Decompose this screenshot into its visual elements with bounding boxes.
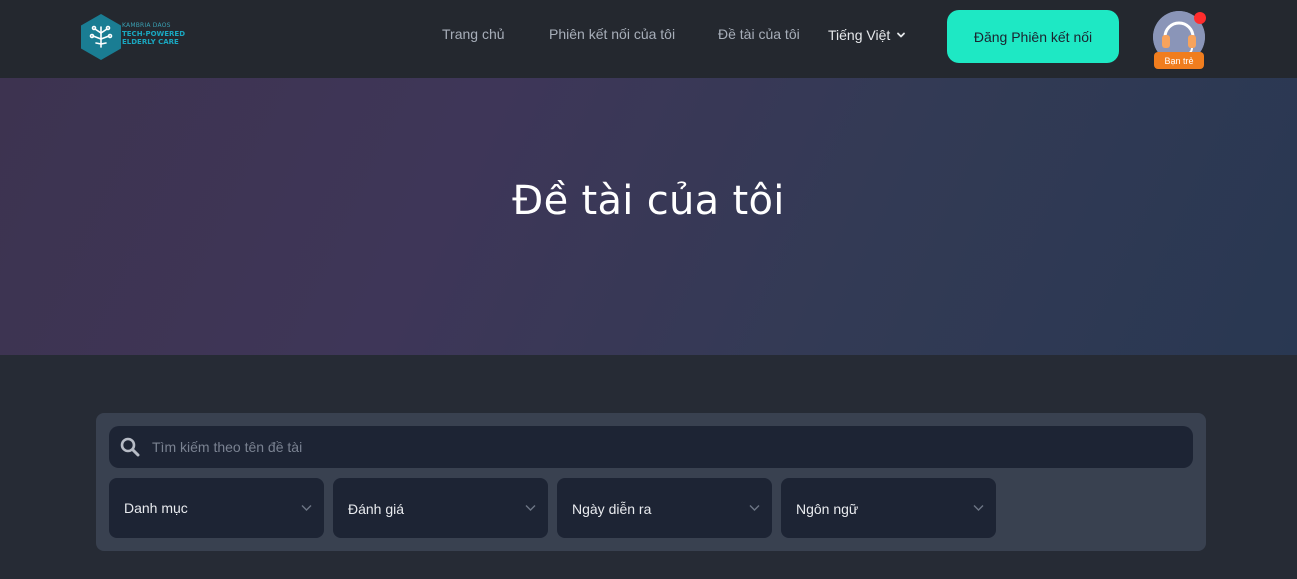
- top-navbar: KAMBRIA DAOS TECH-POWERED ELDERLY CARE T…: [0, 0, 1297, 78]
- role-badge: Bạn trẻ: [1154, 52, 1204, 69]
- search-input[interactable]: [152, 430, 1182, 464]
- logo-line-1: KAMBRIA DAOS: [122, 22, 171, 29]
- rating-dropdown[interactable]: Đánh giá: [333, 478, 548, 538]
- category-dropdown[interactable]: Danh mục: [109, 478, 324, 538]
- chevron-down-icon: [749, 505, 760, 511]
- chevron-down-icon: [973, 505, 984, 511]
- chevron-down-icon: [301, 505, 312, 511]
- category-dropdown-label: Danh mục: [124, 500, 188, 516]
- nav-link-my-sessions[interactable]: Phiên kết nối của tôi: [549, 26, 675, 42]
- logo[interactable]: KAMBRIA DAOS TECH-POWERED ELDERLY CARE: [80, 13, 192, 61]
- notification-dot: [1194, 12, 1206, 24]
- nav-link-home[interactable]: Trang chủ: [442, 26, 505, 42]
- date-dropdown-label: Ngày diễn ra: [572, 501, 652, 517]
- rating-dropdown-label: Đánh giá: [348, 501, 405, 517]
- logo-hexagon-icon: [81, 14, 121, 60]
- search-icon: [120, 437, 140, 457]
- language-label: Tiếng Việt: [828, 27, 891, 43]
- logo-line-3: ELDERLY CARE: [122, 38, 179, 46]
- language-filter-label: Ngôn ngữ: [796, 501, 859, 517]
- page-title: Đề tài của tôi: [512, 178, 785, 224]
- logo-line-2: TECH-POWERED: [122, 30, 186, 38]
- language-selector[interactable]: Tiếng Việt: [828, 27, 906, 43]
- post-session-button[interactable]: Đăng Phiên kết nối: [947, 10, 1119, 63]
- language-filter-dropdown[interactable]: Ngôn ngữ: [781, 478, 996, 538]
- chevron-down-icon: [525, 505, 536, 511]
- date-dropdown[interactable]: Ngày diễn ra: [557, 478, 772, 538]
- nav-link-my-topics[interactable]: Đề tài của tôi: [718, 26, 800, 42]
- chevron-down-icon: [897, 32, 906, 38]
- logo-text: KAMBRIA DAOS TECH-POWERED ELDERLY CARE: [122, 22, 202, 46]
